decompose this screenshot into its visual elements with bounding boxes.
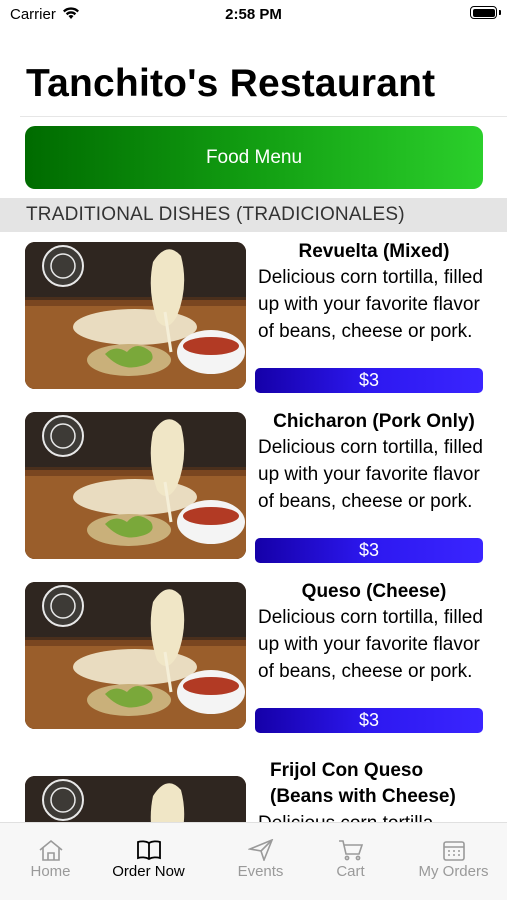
menu-item[interactable]: Frijol Con Queso (Beans with Cheese) Del… <box>0 742 507 822</box>
battery-tip <box>499 10 501 15</box>
price-button[interactable]: $3 <box>255 538 483 563</box>
dish-name: Frijol Con Queso (Beans with Cheese) <box>270 760 456 807</box>
dish-description: Delicious corn tortilla, filled up with … <box>258 437 483 512</box>
menu-item[interactable]: Chicharon (Pork Only) Delicious corn tor… <box>0 402 507 572</box>
dish-image[interactable] <box>25 412 246 559</box>
dish-image[interactable] <box>25 582 246 729</box>
battery-icon <box>470 6 497 19</box>
tab-my-orders[interactable]: My Orders <box>403 823 504 883</box>
title-divider <box>20 116 507 117</box>
price-button[interactable]: $3 <box>255 368 483 393</box>
dish-description: Delicious corn tortilla, filled up with … <box>258 607 483 682</box>
home-icon <box>38 839 63 861</box>
tab-bar: Home Order Now Events Cart My Orders <box>0 822 507 900</box>
menu-item[interactable]: Revuelta (Mixed) Delicious corn tortilla… <box>0 232 507 402</box>
tab-label: My Orders <box>418 863 489 880</box>
dish-image[interactable] <box>25 242 246 389</box>
food-menu-button[interactable]: Food Menu <box>25 126 483 189</box>
dish-name: Chicharon (Pork Only) <box>273 411 475 432</box>
dish-name: Revuelta (Mixed) <box>298 241 450 262</box>
tab-events[interactable]: Events <box>210 823 311 883</box>
menu-list[interactable]: Revuelta (Mixed) Delicious corn tortilla… <box>0 232 507 822</box>
price-button[interactable]: $3 <box>255 708 483 733</box>
status-time: 2:58 PM <box>225 6 282 23</box>
page-title: Tanchito's Restaurant <box>26 62 436 105</box>
dish-name: Queso (Cheese) <box>301 581 447 602</box>
tab-order-now[interactable]: Order Now <box>98 823 199 883</box>
dish-description: Delicious corn tortilla, filled up with … <box>258 267 483 342</box>
tab-label: Cart <box>336 863 365 880</box>
tab-label: Order Now <box>112 863 185 880</box>
calendar-icon <box>442 841 465 861</box>
menu-item[interactable]: Queso (Cheese) Delicious corn tortilla, … <box>0 572 507 742</box>
tab-cart[interactable]: Cart <box>300 823 401 883</box>
cart-icon <box>338 840 363 861</box>
dish-description: Delicious corn tortilla, <box>258 810 498 822</box>
section-header: TRADITIONAL DISHES (TRADICIONALES) <box>0 198 507 232</box>
tab-label: Events <box>237 863 284 880</box>
tab-home[interactable]: Home <box>0 823 101 883</box>
dish-image[interactable] <box>25 776 246 822</box>
tab-label: Home <box>30 863 71 880</box>
send-icon <box>247 839 273 861</box>
book-icon <box>136 840 161 861</box>
status-bar: Carrier 2:58 PM <box>0 0 507 30</box>
food-menu-button-label: Food Menu <box>205 146 303 168</box>
